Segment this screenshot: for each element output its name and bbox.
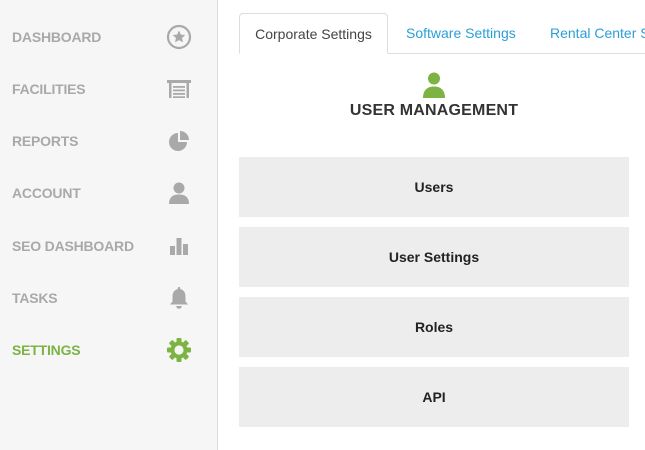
app-window: DASHBOARD FACILITIES REPORTS ACCOUNT SEO… <box>0 0 645 450</box>
main-content: Corporate Settings Software Settings Ren… <box>219 0 645 450</box>
section-title: USER MANAGEMENT <box>349 102 519 119</box>
sidebar-item-label: SEO DASHBOARD <box>12 238 134 254</box>
sidebar-item-label: SETTINGS <box>12 342 81 358</box>
user-icon <box>166 180 192 206</box>
tab-software-settings[interactable]: Software Settings <box>406 13 516 53</box>
bar-chart-icon <box>166 233 192 259</box>
bell-icon <box>166 285 192 311</box>
sidebar-item-settings[interactable]: SETTINGS <box>0 324 218 376</box>
sidebar-item-reports[interactable]: REPORTS <box>0 115 218 167</box>
tab-rental-center-settings[interactable]: Rental Center S <box>550 13 645 53</box>
sidebar-item-dashboard[interactable]: DASHBOARD <box>0 11 218 63</box>
sidebar-item-label: ACCOUNT <box>12 185 81 201</box>
settings-tabs: Corporate Settings Software Settings Ren… <box>239 13 645 54</box>
user-settings-button[interactable]: User Settings <box>239 227 629 287</box>
sidebar-item-tasks[interactable]: TASKS <box>0 272 218 324</box>
pie-chart-icon <box>166 128 192 154</box>
tab-corporate-settings[interactable]: Corporate Settings <box>239 13 388 54</box>
gear-icon <box>166 337 192 363</box>
sidebar-item-label: FACILITIES <box>12 81 86 97</box>
sidebar: DASHBOARD FACILITIES REPORTS ACCOUNT SEO… <box>0 0 218 450</box>
star-icon <box>166 24 192 50</box>
sidebar-item-account[interactable]: ACCOUNT <box>0 167 218 219</box>
facility-icon <box>166 76 192 102</box>
sidebar-item-label: DASHBOARD <box>12 29 102 45</box>
users-button[interactable]: Users <box>239 157 629 217</box>
sidebar-item-seo-dashboard[interactable]: SEO DASHBOARD <box>0 220 218 272</box>
sidebar-item-label: REPORTS <box>12 133 79 149</box>
roles-button[interactable]: Roles <box>239 297 629 357</box>
user-icon <box>421 71 447 99</box>
sidebar-item-label: TASKS <box>12 290 58 306</box>
api-button[interactable]: API <box>239 367 629 427</box>
sidebar-item-facilities[interactable]: FACILITIES <box>0 63 218 115</box>
